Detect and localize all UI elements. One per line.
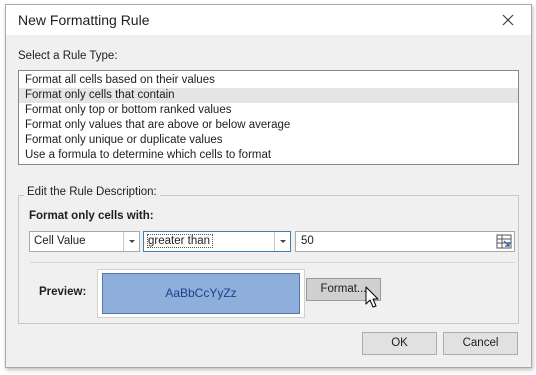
cancel-button[interactable]: Cancel [443,332,518,355]
chevron-down-icon [280,240,286,243]
dropdown-button[interactable] [123,232,139,251]
rule-description-legend: Edit the Rule Description: [24,186,160,198]
operator-dropdown[interactable]: greater than [143,231,291,252]
rule-type-item-selected[interactable]: Format only cells that contain [19,88,518,103]
operator-value: greater than [146,234,214,248]
divider [30,262,515,263]
rule-type-item[interactable]: Format only unique or duplicate values [19,133,518,148]
rule-type-item[interactable]: Use a formula to determine which cells t… [19,148,518,163]
rule-type-item[interactable]: Format all cells based on their values [19,73,518,88]
condition-field-value: Cell Value [34,235,86,247]
rule-type-item[interactable]: Format only values that are above or bel… [19,118,518,133]
preview-sample: AaBbCcYyZz [102,273,300,314]
rule-type-item[interactable]: Format only top or bottom ranked values [19,103,518,118]
cell-reference-button[interactable] [496,234,512,249]
value-input-text: 50 [301,235,314,247]
title-bar: New Formatting Rule [6,5,531,35]
close-button[interactable] [499,11,517,29]
preview-frame: AaBbCcYyZz [97,269,305,318]
ok-button[interactable]: OK [362,332,437,355]
preview-label: Preview: [39,286,87,298]
close-icon [502,14,514,26]
mouse-pointer-icon [365,286,379,308]
chevron-down-icon [129,240,135,243]
format-cells-heading: Format only cells with: [29,210,154,222]
rule-type-list[interactable]: Format all cells based on their values F… [18,70,519,165]
condition-field-dropdown[interactable]: Cell Value [29,231,140,252]
dropdown-button[interactable] [274,232,290,251]
dialog-title: New Formatting Rule [18,12,150,28]
cell-reference-icon [496,234,512,249]
value-input[interactable]: 50 [295,231,515,252]
rule-type-label: Select a Rule Type: [18,50,118,62]
new-formatting-rule-dialog: New Formatting Rule Select a Rule Type: … [5,4,532,368]
